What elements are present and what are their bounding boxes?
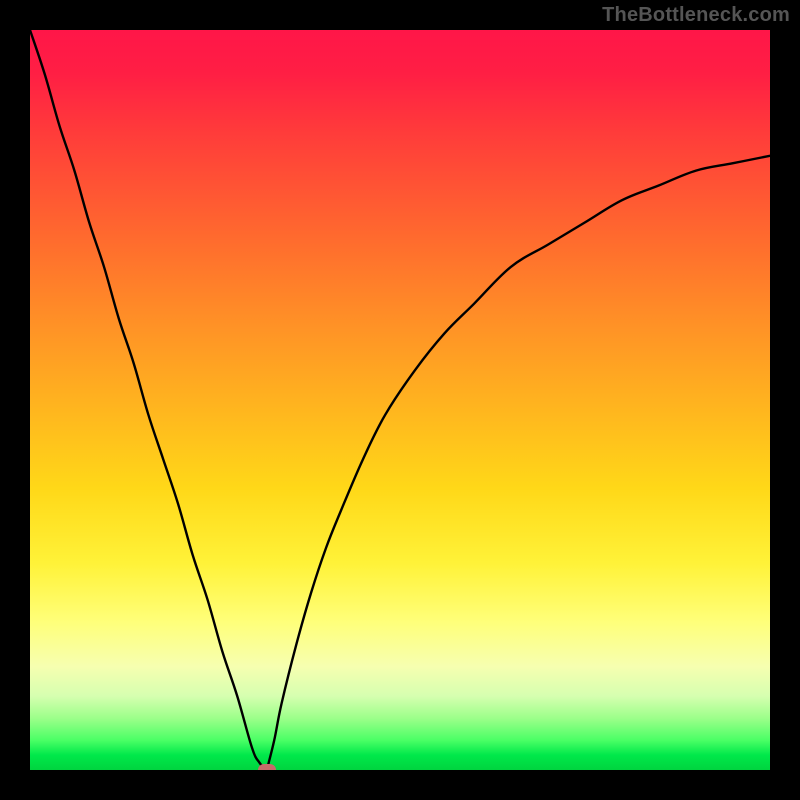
minimum-marker <box>258 764 276 770</box>
chart-frame: TheBottleneck.com <box>0 0 800 800</box>
plot-area <box>30 30 770 770</box>
watermark-text: TheBottleneck.com <box>602 4 790 27</box>
bottleneck-curve <box>30 30 770 770</box>
